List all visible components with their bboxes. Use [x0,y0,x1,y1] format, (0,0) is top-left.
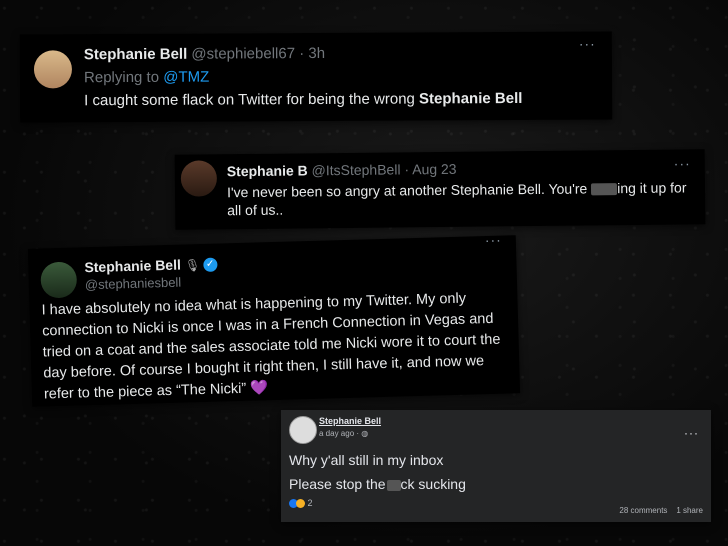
replying-label: Replying to [83,68,160,87]
censor-block [591,183,618,196]
replying-to: Replying to @TMZ [84,69,209,87]
replying-handle-link[interactable]: @TMZ [163,69,209,86]
tweet-card: Stephanie B @ItsStephBell · Aug 23 I've … [174,149,706,230]
post-time-text: a day ago · [319,429,362,438]
censor-block [386,479,401,491]
post-stats: 28 comments 1 share [619,506,703,515]
tweet-header: Stephanie Bell @stephiebell67 · 3h [84,45,325,63]
tweet-text: I've never been so angry at another Step… [227,178,697,219]
more-options-icon[interactable]: ··· [674,155,691,171]
tweet-text-body: I have absolutely no idea what is happen… [41,290,501,403]
handle-and-time: @ItsStephBell · Aug 23 [311,160,457,179]
tweet-text-before: I've never been so angry at another Step… [226,180,588,201]
display-name[interactable]: Stephanie Bell [84,46,187,64]
comments-count[interactable]: 28 comments [619,506,667,515]
angry-reaction-icon [296,499,305,509]
poster-name[interactable]: Stephanie Bell [319,416,381,426]
avatar[interactable] [40,261,78,299]
purple-heart-emoji: 💜 [249,380,269,397]
post-line-2-before: Please stop the [289,476,386,492]
handle-and-time: @stephiebell67 · 3h [191,44,326,63]
avatar[interactable] [33,50,73,89]
facebook-post-card: Stephanie Bell a day ago · ◍ ··· Why y'a… [281,410,711,522]
tweet-text-bold: Stephanie Bell [418,89,523,108]
globe-icon: ◍ [361,429,369,438]
display-name[interactable]: Stephanie Bell [84,257,181,276]
tweet-text-prefix: I caught some flack on Twitter for being… [84,90,415,110]
reactions[interactable]: 2 [289,498,313,509]
tweet-header: Stephanie Bell 🎙 ✓ [84,256,218,276]
post-line-2: Please stop the ck sucking [289,476,466,492]
post-time: a day ago · ◍ [319,429,368,438]
tweet-reply-card: Stephanie Bell @stephiebell67 · 3h Reply… [19,31,613,123]
post-line-2-after: ck sucking [400,476,466,492]
more-options-icon[interactable]: ··· [579,36,596,52]
shares-count[interactable]: 1 share [676,506,703,515]
tweet-text: I caught some flack on Twitter for being… [84,90,522,109]
reaction-count: 2 [307,498,313,508]
more-options-icon[interactable]: ··· [485,232,502,248]
avatar[interactable] [180,160,218,197]
tweet-text: I have absolutely no idea what is happen… [41,287,514,405]
tweet-header: Stephanie B @ItsStephBell · Aug 23 [227,161,457,179]
microphone-icon: 🎙 [184,258,201,273]
post-line-1: Why y'all still in my inbox [289,452,444,468]
display-name[interactable]: Stephanie B [227,162,308,179]
handle: @stephaniesbell [84,274,182,293]
verified-badge-icon: ✓ [202,257,218,273]
avatar[interactable] [289,416,317,444]
more-options-icon[interactable]: ··· [684,426,699,440]
tweet-card: Stephanie Bell 🎙 ✓ @stephaniesbell I have … [27,232,521,407]
